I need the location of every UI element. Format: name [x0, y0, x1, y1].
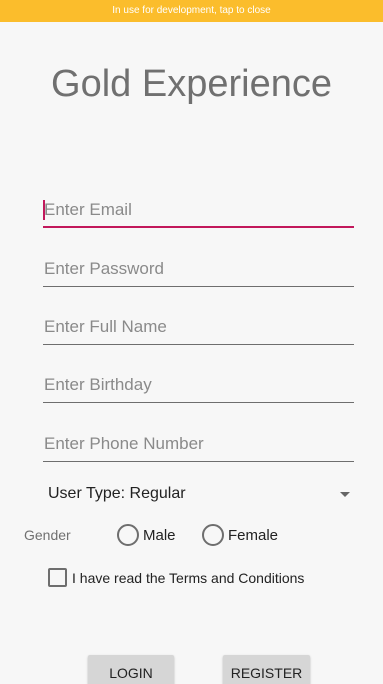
birthday-underline — [43, 402, 354, 403]
birthday-field-container — [43, 369, 354, 403]
phone-field[interactable] — [43, 428, 354, 460]
email-field[interactable] — [43, 194, 354, 226]
full-name-underline — [43, 344, 354, 345]
app-screen: In use for development, tap to close Gol… — [0, 0, 383, 684]
terms-label: I have read the Terms and Conditions — [72, 570, 305, 586]
phone-field-container — [43, 428, 354, 462]
phone-underline — [43, 461, 354, 462]
user-type-selected: User Type: Regular — [48, 485, 186, 502]
birthday-field[interactable] — [43, 369, 354, 401]
gender-label: Gender — [24, 527, 71, 543]
login-button[interactable]: LOGIN — [88, 655, 174, 684]
gender-male-radio[interactable]: Male — [117, 524, 187, 546]
email-field-container — [43, 194, 354, 228]
full-name-field-container — [43, 311, 354, 345]
gender-female-label: Female — [228, 527, 279, 544]
gender-male-label: Male — [143, 527, 176, 544]
terms-checkbox[interactable]: I have read the Terms and Conditions — [48, 568, 348, 590]
password-underline — [43, 286, 354, 287]
full-name-field[interactable] — [43, 311, 354, 343]
dropdown-arrow-icon — [340, 492, 350, 497]
checkbox-icon — [48, 568, 67, 587]
register-button[interactable]: REGISTER — [223, 655, 310, 684]
password-field[interactable] — [43, 253, 354, 285]
page-title: Gold Experience — [51, 63, 332, 105]
text-cursor — [43, 200, 45, 220]
dev-mode-banner[interactable]: In use for development, tap to close — [0, 0, 383, 22]
radio-circle-icon — [117, 524, 139, 546]
user-type-dropdown[interactable]: User Type: Regular — [43, 483, 354, 507]
radio-circle-icon — [202, 524, 224, 546]
gender-female-radio[interactable]: Female — [202, 524, 292, 546]
email-underline — [43, 226, 354, 228]
gender-group: Gender Male Female — [24, 524, 364, 546]
password-field-container — [43, 253, 354, 287]
